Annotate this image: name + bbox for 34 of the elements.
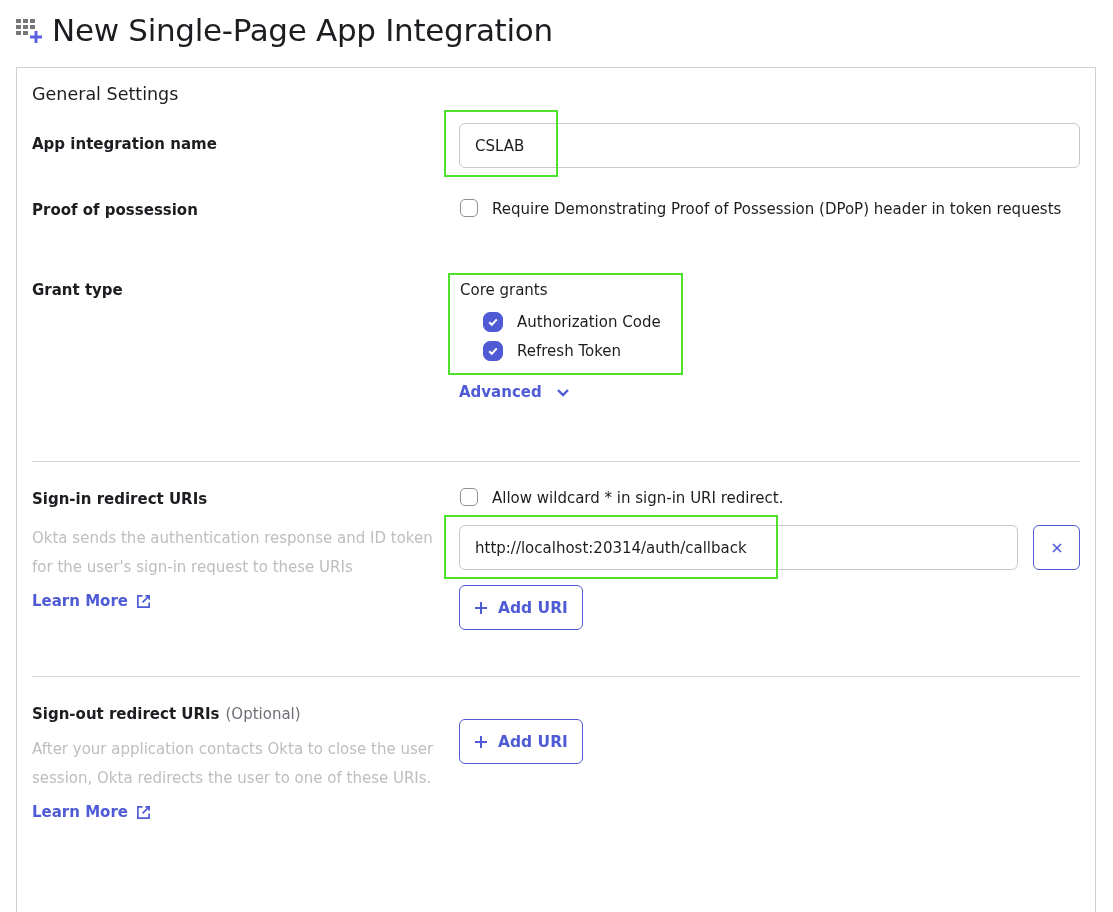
checkbox-label: Require Demonstrating Proof of Possession (DPoP) header in token requests — [492, 199, 1062, 220]
checkbox[interactable] — [483, 340, 503, 361]
field-label: App integration name — [32, 135, 217, 153]
close-icon — [1050, 541, 1063, 554]
checkbox[interactable] — [460, 199, 478, 217]
add-uri-button[interactable]: Add URI — [459, 585, 583, 630]
field-label: Proof of possession — [32, 201, 198, 219]
app-name-field[interactable]: CSLAB — [459, 123, 1080, 168]
field-label: Sign-in redirect URIs — [32, 490, 208, 508]
checkbox[interactable] — [483, 311, 503, 332]
remove-button[interactable] — [1033, 525, 1080, 570]
uri-field[interactable]: http://localhost:20314/auth/callback — [459, 525, 1018, 570]
page-title: New Single-Page App Integration — [52, 12, 553, 48]
grid-plus-icon — [16, 17, 42, 43]
learn-more-link[interactable]: Learn More — [32, 592, 151, 610]
external-link-icon — [135, 593, 151, 609]
group-label: Core grants — [460, 281, 549, 299]
field-label: Grant type — [32, 281, 123, 299]
plus-icon — [474, 734, 488, 749]
checkbox[interactable] — [460, 488, 478, 506]
checkbox-label: Allow wildcard * in sign-in URI redirect. — [492, 488, 784, 509]
plus-icon — [474, 600, 488, 615]
description-text: Okta sends the authentication response and ID token for the user's sign-in request to these URIs — [32, 528, 434, 578]
description-text: After your application contacts Okta to close the user session, Okta redirects the user to one of these URIs. — [32, 739, 435, 789]
checkbox-label: Refresh Token — [517, 341, 622, 360]
optional-tag: (Optional) — [225, 705, 301, 723]
add-uri-button[interactable]: Add URI — [459, 719, 583, 764]
field-label: Sign-out redirect URIs — [32, 705, 220, 723]
chevron-down-icon — [555, 388, 570, 398]
external-link-icon — [135, 804, 151, 820]
learn-more-link[interactable]: Learn More — [32, 803, 151, 821]
checkbox-label: Authorization Code — [517, 312, 661, 331]
advanced-link[interactable]: Advanced — [459, 383, 570, 401]
section-heading: General Settings — [32, 84, 180, 104]
